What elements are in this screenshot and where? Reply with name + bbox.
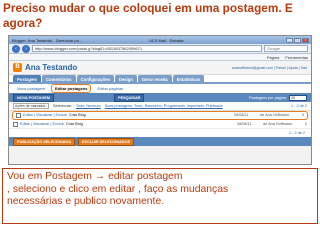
caption-line-2: , seleciono e clico em editar , faço as … bbox=[7, 183, 229, 195]
sub-tabs: Nova postagem Editar postagens Editar pá… bbox=[9, 84, 311, 93]
browser-command-bar: Página Ferramentas bbox=[9, 54, 311, 61]
forward-icon[interactable]: › bbox=[22, 44, 30, 53]
new-post-button[interactable]: NOVA POSTAGEM bbox=[13, 93, 55, 102]
post-title[interactable]: Criar Blog bbox=[69, 113, 189, 117]
subtab-editar-paginas[interactable]: Editar páginas bbox=[93, 84, 127, 93]
tab-comentarios[interactable]: Comentários bbox=[42, 75, 76, 82]
close-icon[interactable]: × bbox=[302, 37, 309, 43]
caption-line-1-start: Vou em Postagem bbox=[7, 171, 92, 182]
posts-filter-links[interactable]: Suas postagens: Tudo, Rascunho, Programa… bbox=[105, 104, 223, 108]
post-actions[interactable]: Editar | Visualizar | Excluir bbox=[23, 113, 67, 117]
back-icon[interactable]: ‹ bbox=[12, 44, 20, 53]
select-links[interactable]: Todo, Nenhum bbox=[76, 104, 101, 108]
blog-name: Ana Testando bbox=[25, 63, 78, 72]
filter-row: Ações de marcador... Selecionar: Todo, N… bbox=[9, 102, 311, 111]
table-row[interactable]: Editar | Visualizar | Excluir Criar Blog… bbox=[12, 111, 308, 120]
pager-top: 1 - 2 de 2 bbox=[290, 104, 307, 108]
tab-configuracoes[interactable]: Configurações bbox=[76, 75, 114, 82]
label-actions-select[interactable]: Ações de marcador... bbox=[13, 103, 49, 109]
pager-bottom: 1 - 2 de 2 bbox=[9, 129, 311, 137]
tab-gerar-receita[interactable]: Gerar receita bbox=[137, 75, 172, 82]
blog-header: B Ana Testando anahoffmann@gmail.com | P… bbox=[9, 61, 311, 75]
minimize-icon[interactable]: _ bbox=[286, 37, 293, 43]
window-controls: _ □ × bbox=[286, 37, 309, 43]
caption-line-1-end: editar postagem bbox=[108, 171, 183, 182]
address-bar[interactable]: http://www.blogger.com/posts.g?blogID=65… bbox=[32, 45, 262, 52]
window-titlebar: Blogger: Ana Testando - Gerenciar po... … bbox=[9, 36, 311, 44]
select-prefix: Selecionar: bbox=[53, 104, 72, 108]
browser-tab-title[interactable]: Blogger: Ana Testando - Gerenciar po... bbox=[12, 38, 149, 43]
arrow-right-icon: → bbox=[94, 171, 106, 182]
tab-postagem[interactable]: Postagem bbox=[13, 75, 42, 82]
tab-estatisticas[interactable]: Estatísticas bbox=[172, 75, 205, 82]
post-date: 08/08/11 bbox=[237, 122, 252, 126]
address-row: ‹ › http://www.blogger.com/posts.g?blogI… bbox=[9, 44, 311, 54]
caption-line-1: Vou em Postagem → editar postagem bbox=[7, 171, 313, 184]
maximize-icon[interactable]: □ bbox=[294, 37, 301, 43]
post-comments: 0 bbox=[301, 113, 304, 117]
publish-selected-button[interactable]: PUBLICAÇÃO SELECIONADA bbox=[13, 137, 76, 146]
subtab-editar-postagens[interactable]: Editar postagens bbox=[51, 84, 92, 93]
browser-screenshot: Blogger: Ana Testando - Gerenciar po... … bbox=[8, 35, 312, 165]
post-checkbox[interactable] bbox=[13, 121, 18, 127]
page-menu[interactable]: Página bbox=[267, 55, 279, 60]
per-page-label: Postagens por página bbox=[249, 95, 286, 100]
bulk-actions-bar: PUBLICAÇÃO SELECIONADA EXCLUIR SELECIONA… bbox=[9, 137, 311, 146]
post-date: 08/08/11 bbox=[234, 113, 249, 117]
blogger-logo-icon[interactable]: B bbox=[13, 63, 22, 72]
user-links[interactable]: anahoffmann@gmail.com | Painel | Ajuda |… bbox=[232, 66, 307, 70]
post-title[interactable]: Criar Blog bbox=[66, 122, 186, 126]
post-comments: 0 bbox=[304, 122, 307, 126]
caption-box: Vou em Postagem → editar postagem , sele… bbox=[2, 168, 318, 224]
post-author: de Ana Hoffmann bbox=[263, 122, 293, 126]
caption-line-3: necessárias e publico novamente. bbox=[7, 196, 165, 207]
main-tabs: Postagem Comentários Configurações Desig… bbox=[9, 75, 311, 84]
search-box[interactable]: Google bbox=[264, 45, 308, 52]
table-row[interactable]: Editar | Visualizar | Excluir Criar Blog… bbox=[9, 120, 311, 129]
post-actions[interactable]: Editar | Visualizar | Excluir bbox=[20, 122, 64, 126]
subtab-nova-postagem[interactable]: Nova postagem bbox=[13, 84, 49, 93]
post-checkbox[interactable] bbox=[16, 112, 21, 118]
browser-tab-2[interactable]: UCS Mail - Entrada bbox=[149, 38, 286, 43]
per-page-select[interactable]: 25 bbox=[289, 94, 307, 101]
posts-toolbar: NOVA POSTAGEM PESQUISAR Postagens por pá… bbox=[9, 93, 311, 102]
delete-selected-button[interactable]: EXCLUIR SELECIONADOS bbox=[78, 137, 135, 146]
tools-menu[interactable]: Ferramentas bbox=[285, 55, 308, 60]
post-author: de Ana Hoffmann bbox=[260, 113, 290, 117]
slide-title: Preciso mudar o que coloquei em uma post… bbox=[3, 1, 293, 30]
search-button[interactable]: PESQUISAR bbox=[114, 93, 145, 102]
tab-design[interactable]: Design bbox=[114, 75, 137, 82]
